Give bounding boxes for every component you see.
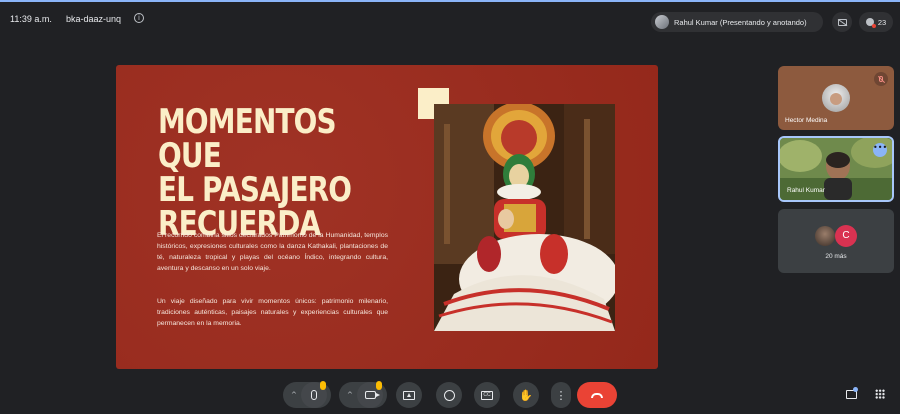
participant-name: Hector Medina <box>785 117 828 124</box>
present-button[interactable] <box>396 382 422 408</box>
present-icon <box>403 390 415 400</box>
chat-button[interactable] <box>842 385 860 403</box>
slide-title: MOMENTOS QUE EL PASAJERO RECUERDA <box>158 102 352 244</box>
mic-off-icon <box>879 76 883 82</box>
presenter-chip[interactable]: Rahul Kumar (Presentando y anotando) <box>651 12 823 32</box>
participant-avatars: C <box>815 225 859 247</box>
presenter-avatar <box>655 15 669 29</box>
leave-call-button[interactable] <box>577 382 617 408</box>
camera-control[interactable]: ^ <box>339 381 387 408</box>
chevron-up-icon[interactable]: ^ <box>347 391 353 399</box>
meeting-code: bka-daaz-unq <box>66 14 122 24</box>
participant-tile-rahul[interactable]: ••• Rahul Kumar <box>778 136 894 202</box>
people-icon <box>865 18 876 28</box>
raise-hand-button[interactable]: ✋ <box>513 382 539 408</box>
call-controls: ^ ^ CC ✋ ⋮ <box>275 374 625 414</box>
participants-button[interactable]: 23 <box>859 12 893 32</box>
camera-icon <box>364 391 380 399</box>
info-icon[interactable]: i <box>134 13 144 23</box>
presentation-slide: MOMENTOS QUE EL PASAJERO RECUERDA El rec… <box>116 65 658 369</box>
notification-dot <box>852 386 858 392</box>
activities-icon <box>875 389 885 399</box>
captions-button[interactable]: CC <box>474 382 500 408</box>
more-participants-tile[interactable]: C 20 más <box>778 209 894 273</box>
more-options-icon: ⋮ <box>555 388 567 402</box>
emoji-button[interactable] <box>436 382 462 408</box>
more-options-icon[interactable]: ••• <box>873 143 887 157</box>
present-off-icon <box>837 18 847 26</box>
top-bar: 11:39 a.m. bka-daaz-unq i Rahul Kumar (P… <box>0 2 900 36</box>
slide-paragraph-2: Un viaje diseñado para vivir momentos ún… <box>157 298 388 327</box>
mic-icon <box>311 390 317 400</box>
clock-time: 11:39 a.m. <box>10 14 52 24</box>
hector-avatar <box>822 84 850 112</box>
presenter-label: Rahul Kumar (Presentando y anotando) <box>674 17 807 27</box>
stop-presenting-button[interactable] <box>832 12 852 32</box>
participant-tile-hector[interactable]: Hector Medina <box>778 66 894 130</box>
chat-icon <box>845 386 858 399</box>
activities-button[interactable] <box>871 385 889 403</box>
emoji-icon <box>443 389 455 401</box>
more-participants-label: 20 más <box>825 253 847 260</box>
avatar <box>815 226 835 246</box>
participant-name: Rahul Kumar <box>787 187 825 194</box>
mic-control[interactable]: ^ <box>283 381 331 408</box>
captions-icon: CC <box>481 390 493 400</box>
slide-paragraph-1: El recorrido combina sitios declarados P… <box>157 232 388 272</box>
leave-call-icon <box>591 392 603 398</box>
camera-button[interactable] <box>357 381 383 408</box>
warning-badge <box>376 381 382 390</box>
warning-badge <box>320 381 326 390</box>
participant-count: 23 <box>877 17 887 27</box>
raise-hand-icon: ✋ <box>519 388 533 402</box>
chevron-up-icon[interactable]: ^ <box>291 391 297 399</box>
more-options-button[interactable]: ⋮ <box>551 382 571 408</box>
mic-button[interactable] <box>301 381 327 408</box>
kathakali-dancer-photo <box>434 104 615 331</box>
muted-badge <box>874 72 888 86</box>
avatar-letter: C <box>835 225 857 247</box>
